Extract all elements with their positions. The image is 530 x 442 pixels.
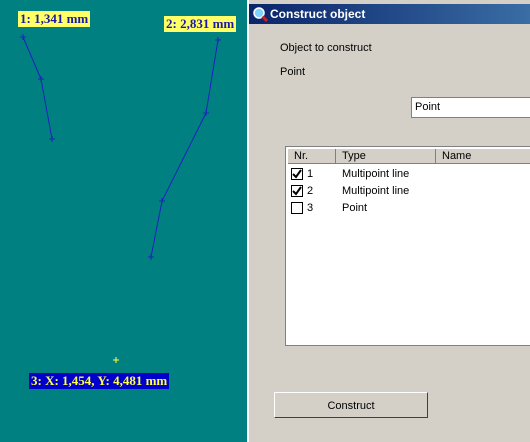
multipoint-line-1 [22,36,53,140]
list-row-1[interactable]: 1 Multipoint line [286,166,530,182]
construct-object-dialog: Construct object Object to construct Poi… [247,0,530,442]
point-3-marker [113,357,119,363]
row-3-checkbox[interactable] [291,202,303,214]
object-type-select[interactable]: Point [411,97,530,118]
column-header-name[interactable]: Name [436,149,530,164]
construct-button[interactable]: Construct [274,392,428,418]
dialog-title: Construct object [270,7,366,21]
dialog-title-bar[interactable]: Construct object [249,4,530,24]
magnifier-icon [253,7,268,22]
source-objects-list[interactable]: Nr. Type Name 1 Multipoint line 2 Multip… [285,146,530,346]
list-row-2[interactable]: 2 Multipoint line [286,183,530,199]
row-1-type: Multipoint line [342,168,410,180]
drawing-canvas[interactable]: 1: 1,341 mm 2: 2,831 mm 3: X: 1,454, Y: … [0,0,247,442]
column-header-nr[interactable]: Nr. [288,149,336,164]
point-3-coordinate-label: 3: X: 1,454, Y: 4,481 mm [29,373,170,389]
line-1-length-label: 1: 1,341 mm [18,11,91,27]
object-to-construct-caption: Object to construct [280,42,372,54]
multipoint-line-2 [150,39,219,258]
row-3-nr: 3 [307,202,314,214]
list-row-3[interactable]: 3 Point [286,200,530,216]
object-type-value: Point [280,66,306,78]
row-2-checkbox[interactable] [291,185,303,197]
row-3-type: Point [342,202,368,214]
row-1-nr: 1 [307,168,314,180]
checkmark-icon [292,186,302,196]
line-2-length-label: 2: 2,831 mm [164,16,237,32]
row-2-nr: 2 [307,185,314,197]
line-2-vertex-markers [148,37,221,260]
checkmark-icon [292,169,302,179]
row-1-checkbox[interactable] [291,168,303,180]
column-header-type[interactable]: Type [336,149,436,164]
row-2-type: Multipoint line [342,185,410,197]
